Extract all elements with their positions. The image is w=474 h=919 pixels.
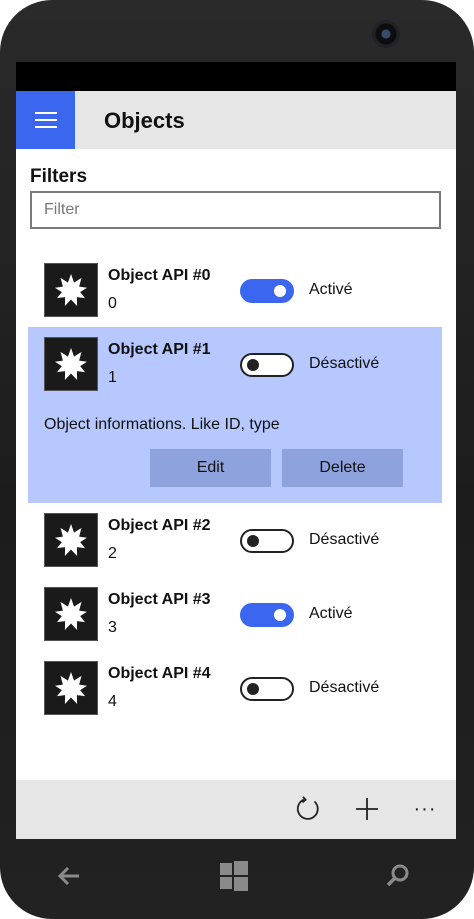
phone-frame: Objects Filters Object API #0 0 Activé: [0, 0, 474, 919]
object-id: 0: [108, 295, 117, 312]
starburst-icon: [55, 274, 87, 306]
object-name: Object API #2: [108, 517, 211, 534]
filters-heading: Filters: [30, 166, 88, 187]
toggle-knob: [274, 609, 286, 621]
toggle-knob: [247, 535, 259, 547]
refresh-button[interactable]: [291, 792, 325, 826]
enable-toggle[interactable]: [240, 603, 294, 627]
toggle-state-label: Désactivé: [309, 355, 380, 372]
edit-button[interactable]: Edit: [150, 449, 271, 487]
refresh-icon: [296, 796, 319, 820]
page-title: Objects: [104, 108, 185, 133]
objects-list: Object API #0 0 Activé Object API #1 1 D…: [16, 253, 456, 725]
object-thumbnail: [44, 587, 98, 641]
list-item-object-0[interactable]: Object API #0 0 Activé: [16, 253, 456, 327]
object-thumbnail: [44, 661, 98, 715]
toggle-state-label: Désactivé: [309, 679, 380, 696]
app-header: Objects: [16, 91, 456, 149]
list-item-object-2[interactable]: Object API #2 2 Désactivé: [16, 503, 456, 577]
starburst-icon: [55, 524, 87, 556]
back-arrow-icon: [57, 866, 79, 886]
start-button[interactable]: [214, 859, 254, 893]
object-id: 4: [108, 693, 117, 710]
toggle-knob: [274, 285, 286, 297]
toggle-knob: [247, 359, 259, 371]
object-name: Object API #4: [108, 665, 211, 682]
object-id: 1: [108, 369, 117, 386]
back-button[interactable]: [49, 859, 89, 893]
app-bar: ···: [16, 780, 456, 839]
object-name: Object API #0: [108, 267, 211, 284]
search-icon: [386, 864, 409, 887]
toggle-state-label: Activé: [309, 605, 353, 622]
toggle-state-label: Activé: [309, 281, 353, 298]
delete-button[interactable]: Delete: [282, 449, 403, 487]
list-item-object-3[interactable]: Object API #3 3 Activé: [16, 577, 456, 651]
more-options-button[interactable]: ···: [408, 792, 442, 826]
menu-line: [34, 126, 57, 128]
object-name: Object API #1: [108, 341, 211, 358]
front-camera: [372, 20, 400, 48]
menu-line: [34, 119, 57, 121]
object-id: 3: [108, 619, 117, 636]
enable-toggle[interactable]: [240, 677, 294, 701]
hardware-nav-bar: [0, 839, 474, 919]
status-bar: [16, 62, 456, 91]
enable-toggle[interactable]: [240, 353, 294, 377]
starburst-icon: [55, 598, 87, 630]
hamburger-menu-button[interactable]: [16, 91, 75, 149]
add-button[interactable]: [350, 792, 384, 826]
app-screen: Objects Filters Object API #0 0 Activé: [16, 62, 456, 839]
starburst-icon: [55, 672, 87, 704]
object-thumbnail: [44, 513, 98, 567]
enable-toggle[interactable]: [240, 529, 294, 553]
toggle-state-label: Désactivé: [309, 531, 380, 548]
object-name: Object API #3: [108, 591, 211, 608]
starburst-icon: [55, 348, 87, 380]
add-icon: [356, 798, 378, 820]
enable-toggle[interactable]: [240, 279, 294, 303]
list-item-object-4[interactable]: Object API #4 4 Désactivé: [16, 651, 456, 725]
menu-line: [34, 112, 57, 114]
toggle-knob: [247, 683, 259, 695]
filter-input[interactable]: [30, 191, 441, 229]
object-thumbnail: [44, 263, 98, 317]
object-id: 2: [108, 545, 117, 562]
object-thumbnail: [44, 337, 98, 391]
object-details: Object informations. Like ID, type: [44, 416, 280, 433]
windows-logo-icon: [220, 861, 248, 891]
list-item-object-1[interactable]: Object API #1 1 Désactivé Object informa…: [28, 327, 442, 503]
search-button[interactable]: [378, 859, 418, 893]
